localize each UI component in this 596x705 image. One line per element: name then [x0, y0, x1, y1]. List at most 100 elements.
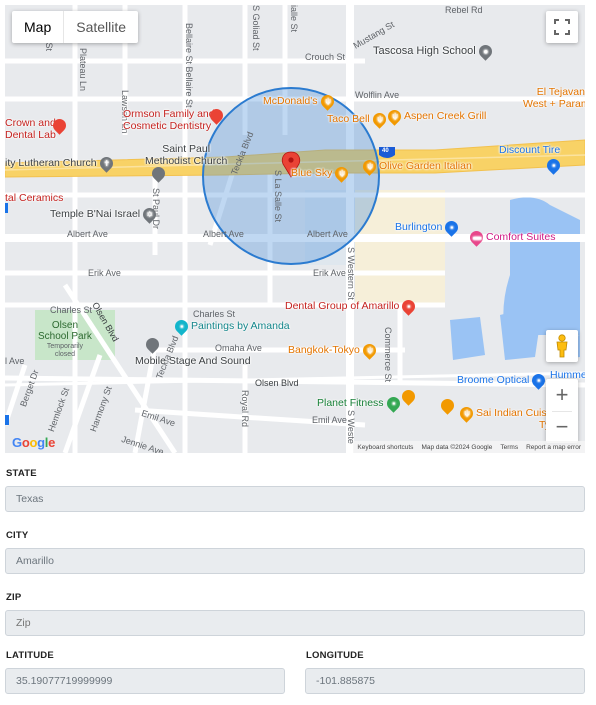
poi-blue-sky[interactable]: Blue Sky ψ [291, 164, 352, 183]
poi-tascosa-label: Tascosa High School [373, 45, 476, 57]
fullscreen-button[interactable] [546, 11, 578, 43]
poi-aspen-creek-grill[interactable]: ψ Aspen Creek Grill [385, 107, 487, 126]
poi-taco-bell[interactable]: Taco Bell ψ [327, 110, 389, 129]
poi-discount-tire-label: Discount Tire [499, 144, 561, 156]
street-emil-ave-east: Emil Ave [312, 415, 347, 425]
poi-ormson-label-1: Ormson Family and [123, 108, 215, 120]
restaurant-icon: ψ [317, 92, 337, 111]
street-olsen-blvd: Olsen Blvd [255, 378, 299, 388]
street-albert-ave-center: Albert Ave [203, 229, 244, 239]
poi-lutheran-church[interactable]: ity Lutheran Church ✝ [5, 154, 116, 173]
poi-discount-tire[interactable]: Discount Tire ▪ [499, 144, 563, 175]
poi-temple-label: Temple B'Nai Israel [50, 208, 141, 221]
city-label: CITY [6, 530, 29, 541]
poi-ormson-dentistry[interactable]: Ormson Family and Cosmetic Dentistry [123, 109, 215, 131]
poi-dental-ceramics[interactable]: tal Ceramics [5, 193, 63, 204]
gym-icon: ▪ [383, 394, 403, 413]
report-map-error-link[interactable]: Report a map error [526, 444, 581, 451]
street-plateau-ln: Plateau Ln [78, 48, 88, 92]
street-charles-st-center: Charles St [193, 309, 236, 319]
poi-burlington[interactable]: Burlington ▪ [395, 218, 461, 237]
map-attribution: Keyboard shortcuts Map data ©2024 Google… [353, 441, 585, 453]
zip-field[interactable] [5, 610, 585, 636]
state-field[interactable] [5, 486, 585, 512]
street-albert-ave-east: Albert Ave [307, 229, 348, 239]
poi-el-tejavan[interactable]: El Tejavan C West + Paramo [523, 87, 585, 109]
latitude-field[interactable] [5, 668, 285, 694]
street-rebel-rd: Rebel Rd [445, 5, 483, 15]
keyboard-shortcuts-link[interactable]: Keyboard shortcuts [357, 444, 413, 451]
poi-planet-fitness[interactable]: Planet Fitness ▪ [317, 394, 403, 413]
map-view[interactable]: 40 Rebel Rd Mustang St Crouch St Wolflin… [5, 5, 585, 453]
street-omaha-ave: Omaha Ave [215, 343, 262, 353]
map-data-text: Map data ©2024 Google [421, 443, 493, 451]
poi-comfort-suites[interactable]: ▬ Comfort Suites [467, 228, 556, 247]
shopping-icon: ▪ [442, 218, 461, 237]
poi-crown-label-1: Crown and [5, 117, 56, 129]
poi-aspen-creek-label: Aspen Creek Grill [404, 110, 487, 123]
street-bellaire-st: Bellaire St Bellaire St [184, 23, 194, 108]
restaurant-icon: ψ [360, 341, 379, 360]
street-view-pegman-button[interactable] [546, 330, 578, 362]
poi-mobile-stage-and-sound[interactable]: Mobile Stage And Sound [135, 356, 251, 367]
street-s-western-st: S Western St [346, 247, 356, 300]
synagogue-icon: ✡ [140, 205, 159, 224]
longitude-field[interactable] [305, 668, 585, 694]
poi-planet-fitness-label: Planet Fitness [317, 397, 384, 410]
poi-olive-garden[interactable]: ψ Olive Garden Italian [360, 157, 472, 176]
poi-mobile-stage-label: Mobile Stage And Sound [135, 355, 251, 367]
terms-link[interactable]: Terms [500, 444, 518, 451]
poi-burlington-label: Burlington [395, 221, 443, 234]
dentist-icon: ▪ [399, 297, 419, 316]
poi-saint-paul-label-2: Methodist Church [145, 154, 228, 167]
school-icon: ● [476, 42, 495, 61]
street-charles-st-west: Charles St [50, 305, 93, 315]
restaurant-icon: ψ [332, 164, 352, 183]
poi-paintings-by-amanda[interactable]: ▪ Paintings by Amanda [172, 317, 290, 336]
longitude-label: LONGITUDE [306, 650, 364, 661]
poi-broome-optical[interactable]: Broome Optical ▪ [457, 371, 549, 390]
city-field[interactable] [5, 548, 585, 574]
shopping-icon: ▪ [172, 317, 191, 336]
poi-temple-bnai-israel[interactable]: Temple B'Nai Israel ✡ [50, 205, 159, 224]
map-type-map-button[interactable]: Map [12, 11, 63, 43]
google-logo[interactable]: Google [12, 435, 55, 450]
street-w-ave: l Ave [5, 356, 25, 366]
church-icon: ✝ [96, 154, 116, 173]
poi-bangkok-tokyo[interactable]: Bangkok-Tokyo ψ [288, 341, 379, 360]
map-type-satellite-button[interactable]: Satellite [63, 11, 138, 43]
poi-comfort-suites-label: Comfort Suites [486, 231, 556, 244]
street-erik-ave-east: Erik Ave [313, 268, 346, 278]
zoom-divider [552, 411, 572, 412]
poi-el-tejavan-label-1: El Tejavan C [536, 86, 585, 98]
state-label: STATE [6, 468, 37, 479]
poi-ceramics-label: tal Ceramics [5, 192, 64, 204]
poi-saint-paul-church[interactable]: Saint Paul Methodist Church [145, 144, 227, 166]
poi-tascosa-high-school[interactable]: Tascosa High School ● [373, 42, 495, 61]
zoom-in-button[interactable]: + [546, 379, 578, 411]
shopping-icon: ▪ [544, 155, 563, 175]
street-ialle-st: ialle St [289, 5, 299, 33]
poi-mcdonalds[interactable]: McDonald's ψ [263, 92, 337, 111]
google-logo-letter: o [29, 435, 38, 450]
zoom-control: + − [546, 379, 578, 443]
poi-dental-group-amarillo[interactable]: Dental Group of Amarillo ▪ [285, 297, 419, 316]
poi-olsen-park-label-1: Olsen [51, 320, 79, 331]
restaurant-icon: ψ [360, 157, 379, 176]
poi-olsen-park-label-2: School Park [38, 331, 92, 342]
poi-ormson-label-2: Cosmetic Dentistry [123, 119, 212, 132]
poi-crown-dental-lab[interactable]: Crown and Dental Lab [5, 118, 56, 140]
street-commerce-st: Commerce St [383, 327, 393, 383]
poi-lutheran-label: ity Lutheran Church [5, 157, 97, 170]
zoom-out-button[interactable]: − [546, 411, 578, 443]
poi-dental-group-label: Dental Group of Amarillo [285, 300, 400, 313]
interstate-shield-label: 40 [382, 148, 389, 154]
street-s-western-st-south: S Weste [346, 410, 356, 444]
poi-crown-label-2: Dental Lab [5, 128, 56, 141]
street-royal-rd: Royal Rd [240, 390, 250, 428]
map-type-control: Map Satellite [12, 11, 139, 43]
poi-olsen-school-park[interactable]: Olsen School Park Temporarily closed [38, 320, 92, 359]
poi-olsen-park-status-1: Temporarily [46, 343, 84, 350]
poi-broome-label: Broome Optical [457, 374, 530, 387]
poi-saint-paul-label-1: Saint Paul [162, 143, 211, 155]
